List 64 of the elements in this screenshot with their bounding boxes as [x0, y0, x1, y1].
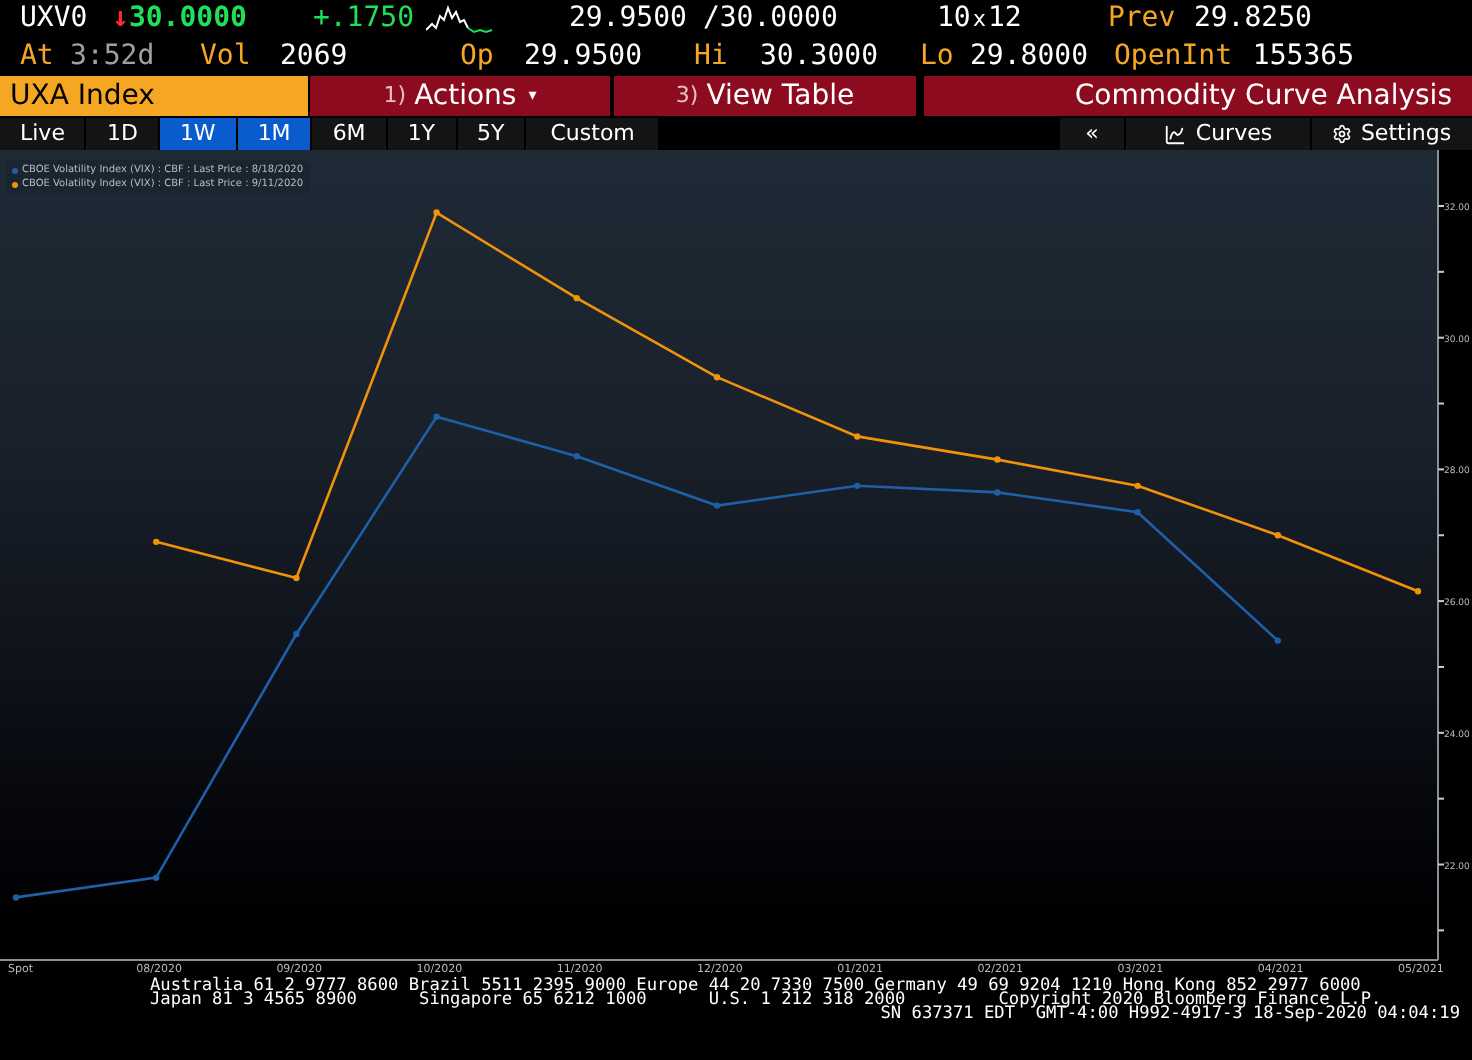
caret-icon: ▾ — [528, 76, 537, 116]
field-value: 29.8250 — [1193, 0, 1312, 38]
security-field[interactable]: UXA Index — [0, 76, 308, 116]
bid-size: 10 — [936, 0, 971, 38]
range-tab[interactable]: Custom — [526, 118, 659, 150]
field-label: Prev — [1107, 0, 1178, 38]
data-point — [293, 574, 300, 582]
data-point — [293, 630, 300, 638]
data-point — [713, 374, 721, 381]
ask-size: 12 — [987, 0, 1024, 38]
curves-button[interactable]: Curves — [1126, 118, 1310, 150]
footer-line: SN 637371 EDT GMT-4:00 H992-4917-3 18-Sep-2020 04:04:19 — [880, 1008, 1460, 1022]
data-point — [1134, 509, 1141, 516]
bid-price: 29.9500 — [568, 0, 687, 38]
field-label: At — [20, 38, 56, 76]
field-label: Lo — [920, 38, 956, 76]
data-point — [854, 482, 861, 490]
net-change: +.1750 — [312, 0, 417, 38]
data-point — [854, 433, 861, 440]
actions-menu-button[interactable]: 1) Actions ▾ — [310, 76, 610, 116]
settings-icon — [1332, 124, 1353, 144]
range-tab[interactable]: 6M — [312, 118, 386, 150]
ticker: UXV0 — [20, 0, 90, 38]
data-point — [994, 456, 1001, 463]
data-point — [713, 502, 721, 509]
data-point — [1134, 482, 1141, 490]
data-point — [573, 294, 580, 302]
data-point — [153, 538, 160, 546]
field-label: Hi — [694, 38, 730, 76]
range-tab[interactable]: 1D — [86, 118, 158, 150]
view-table-button[interactable]: 3) View Table — [614, 76, 916, 116]
settings-button[interactable]: Settings — [1312, 118, 1472, 150]
footer-line: Japan 81 3 4565 8900 Singapore 65 6212 1000 U.S. 1 212 318 2000 Copyright 2020 Bloomberg Finance L.P. — [150, 994, 1382, 1008]
function-title: Commodity Curve Analysis — [924, 76, 1472, 116]
field-value: 29.9500 — [524, 38, 643, 76]
sparkline-icon — [426, 3, 495, 35]
data-point — [433, 413, 440, 420]
range-tab[interactable]: 1W — [159, 118, 236, 150]
field-value: 29.8000 — [970, 38, 1089, 76]
data-point — [12, 894, 20, 901]
field-value: 155365 — [1252, 38, 1354, 76]
data-point — [994, 489, 1001, 496]
field-label: Vol — [200, 38, 253, 76]
collapse-button[interactable]: « — [1060, 118, 1124, 150]
data-point — [153, 874, 160, 881]
line-chart-icon — [1163, 123, 1186, 145]
range-tab[interactable]: Live — [0, 118, 85, 150]
data-point — [573, 453, 580, 460]
ask-price: /30.0000 — [702, 0, 840, 38]
data-point — [1274, 637, 1281, 644]
field-value: 30.3000 — [760, 38, 879, 76]
data-point — [433, 209, 440, 216]
data-point — [1414, 588, 1422, 595]
field-label: Op — [460, 38, 496, 76]
field-value: 3:52d — [70, 38, 155, 76]
range-tab[interactable]: 5Y — [457, 118, 525, 150]
field-value: 2069 — [280, 38, 348, 76]
last-price: 30.0000 — [128, 0, 249, 38]
data-point — [1274, 532, 1281, 539]
size-separator: x — [970, 4, 988, 36]
range-tab[interactable]: 1Y — [387, 118, 456, 150]
field-label: OpenInt — [1114, 38, 1235, 76]
down-arrow: ↓ — [112, 0, 129, 38]
range-tab[interactable]: 1M — [237, 118, 311, 150]
